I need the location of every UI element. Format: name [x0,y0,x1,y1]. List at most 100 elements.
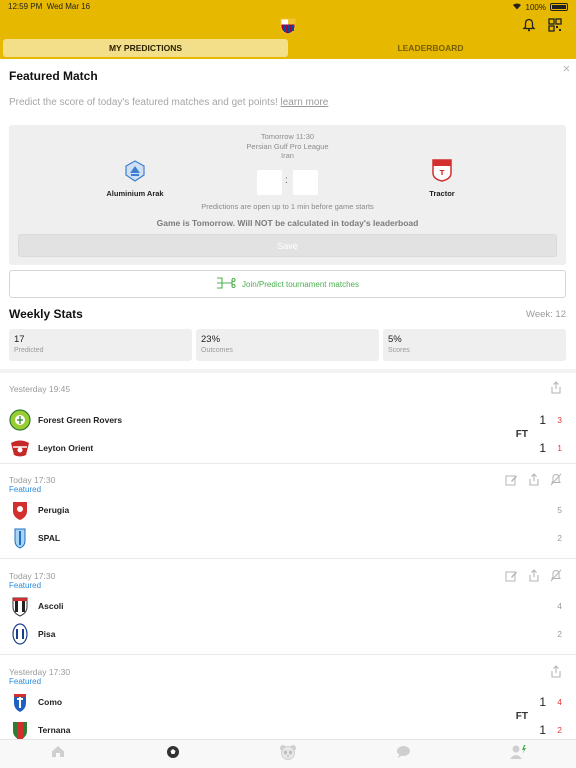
panda-icon [279,744,297,765]
tab-leaderboard[interactable]: LEADERBOARD [288,39,573,57]
match-row-away[interactable]: SPAL 2 [9,527,562,549]
team-score: 1 [539,723,546,737]
featured-badge: Featured [9,677,42,686]
score-separator: : [285,175,288,186]
team-score: 1 [539,441,546,455]
stat-outcomes: 23% Outcomes [196,329,379,361]
edit-icon[interactable] [505,473,518,491]
featured-badge: Featured [9,581,42,590]
status-bar: 12:59 PM Wed Mar 16 100% [8,2,568,14]
team-name: Ascoli [38,601,64,611]
forest-green-rovers-logo [9,409,31,431]
tab-my-predictions[interactable]: MY PREDICTIONS [3,39,288,57]
country-name: Iran [281,151,294,160]
share-icon[interactable] [528,569,540,587]
stat-label: Predicted [14,347,44,354]
ball-icon [166,745,180,764]
ascoli-logo [9,595,31,617]
match-time: Yesterday 17:30 [9,667,71,677]
featured-match-title: Featured Match [9,69,98,83]
bottom-tab-bar [0,739,576,768]
featured-badge: Featured [9,485,42,494]
away-team: T Tractor [412,158,472,198]
perugia-logo [9,499,31,521]
match-row-home[interactable]: Forest Green Rovers 1 3 [9,409,562,431]
chat-icon [396,745,411,763]
match-time: Yesterday 19:45 [9,384,71,394]
join-tournament-label: Join/Predict tournament matches [242,279,359,289]
match-meta: Tomorrow 11:30 Persian Gulf Pro League I… [9,132,566,161]
share-icon[interactable] [528,473,540,491]
bell-off-icon[interactable] [550,473,562,491]
edit-icon[interactable] [505,569,518,587]
stat-predicted: 17 Predicted [9,329,192,361]
away-score-input[interactable] [293,170,318,195]
bell-icon[interactable] [522,18,536,37]
team-score: 1 [539,413,546,427]
learn-more-link[interactable]: learn more [281,97,329,108]
predicted-score: 3 [557,415,562,425]
nav-chat[interactable] [346,740,461,768]
stat-scores: 5% Scores [383,329,566,361]
nav-panda[interactable] [230,740,345,768]
share-icon[interactable] [550,665,562,683]
match-divider [0,654,576,655]
stat-label: Outcomes [201,347,233,354]
stat-value: 23% [201,334,221,345]
match-time: Today 17:30 [9,475,56,485]
match-row-away[interactable]: Pisa 2 [9,623,562,645]
leaderboard-note: Game is Tomorrow. Will NOT be calculated… [156,218,419,228]
predicted-score: 2 [557,629,562,639]
away-team-name: Tractor [429,189,455,198]
main-content: Featured Match Predict the score of toda… [0,59,576,739]
save-button[interactable]: Save [18,234,557,257]
predicted-score: 4 [557,601,562,611]
aluminium-arak-logo [124,160,146,186]
match-row-away[interactable]: Ternana 1 2 [9,719,562,739]
stat-value: 17 [14,334,25,345]
predicted-score: 2 [557,725,562,735]
tractor-logo: T [431,159,453,186]
home-team: Aluminium Arak [105,160,165,198]
nav-home[interactable] [0,740,115,768]
team-name: SPAL [38,533,61,543]
bracket-icon [216,276,236,292]
join-tournament-button[interactable]: Join/Predict tournament matches [9,270,566,298]
home-icon [51,745,65,763]
share-icon[interactable] [550,381,562,399]
profile-icon [509,744,527,764]
predictions-open-note: Predictions are open up to 1 min before … [201,202,374,211]
team-name: Perugia [38,505,70,515]
match-row-home[interactable]: Ascoli 4 [9,595,562,617]
match-time: Today 17:30 [9,571,56,581]
team-name: Forest Green Rovers [38,415,123,425]
status-time: 12:59 PM Wed Mar 16 [8,2,91,11]
predicted-score: 1 [557,443,562,453]
section-divider [0,369,576,373]
predicted-score: 5 [557,505,562,515]
nav-predictions[interactable] [115,740,230,768]
club-logo [279,17,297,35]
pisa-logo [9,623,31,645]
week-label: Week: 12 [526,309,566,320]
match-row-home[interactable]: Como 1 4 [9,691,562,713]
match-row-away[interactable]: Leyton Orient 1 1 [9,437,562,459]
bell-off-icon[interactable] [550,569,562,587]
team-name: Leyton Orient [38,443,94,453]
featured-intro: Predict the score of today's featured ma… [9,97,329,108]
predicted-score: 2 [557,533,562,543]
match-divider [0,558,576,559]
leyton-orient-logo [9,437,31,459]
qr-code-icon[interactable] [548,18,562,37]
wifi-icon [512,2,522,12]
team-name: Pisa [38,629,56,639]
home-score-input[interactable] [257,170,282,195]
como-logo [9,691,31,713]
match-row-home[interactable]: Perugia 5 [9,499,562,521]
dismiss-icon[interactable] [563,65,570,74]
match-divider [0,463,576,464]
spal-logo [9,527,31,549]
top-tabs: MY PREDICTIONS LEADERBOARD [3,39,573,57]
nav-profile[interactable] [461,740,576,768]
battery-icon [550,3,568,11]
